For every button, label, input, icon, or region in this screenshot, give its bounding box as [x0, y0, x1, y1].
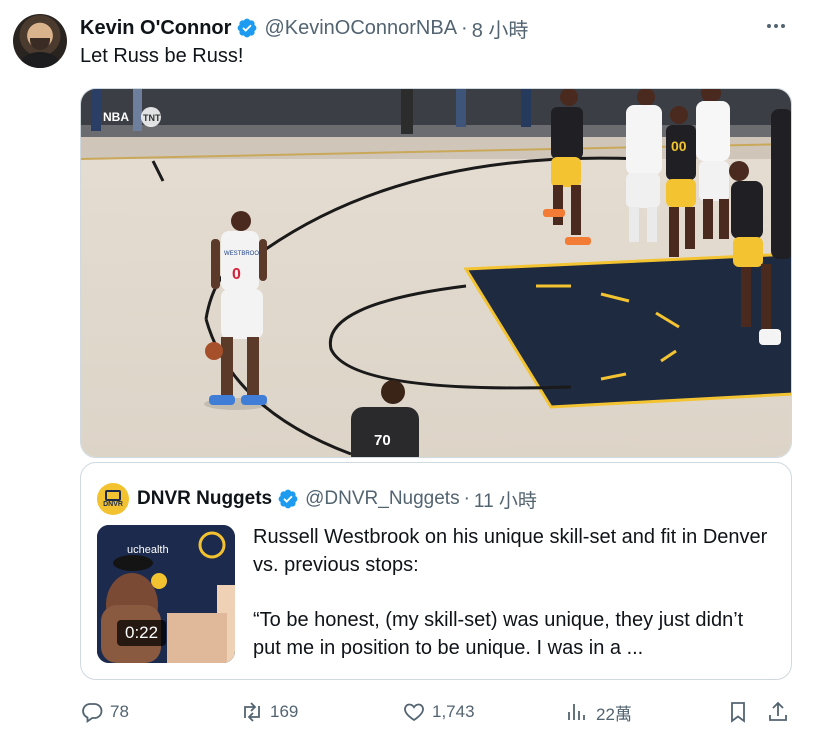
- opponent-number: 00: [671, 138, 687, 154]
- verified-badge-icon: [238, 18, 257, 38]
- tweet-media-image[interactable]: NBA TNT 0 WESTBROOK 00 70: [80, 88, 792, 458]
- share-button[interactable]: [766, 697, 796, 727]
- quoted-author-avatar[interactable]: DNVR: [97, 483, 129, 515]
- quoted-avatar-text: DNVR: [103, 500, 123, 508]
- bookmark-button[interactable]: [726, 697, 756, 727]
- like-button[interactable]: 1,743: [402, 697, 475, 727]
- header-separator: ·: [461, 16, 468, 39]
- quoted-video-thumbnail[interactable]: uchealth 0:22: [97, 525, 235, 663]
- author-avatar[interactable]: [13, 14, 67, 68]
- watermark-tnt: TNT: [143, 113, 161, 123]
- tweet-text: Let Russ be Russ!: [80, 45, 244, 67]
- quoted-text-paragraph-2: “To be honest, (my skill-set) was unique…: [253, 609, 744, 659]
- jersey-number: 0: [232, 266, 241, 283]
- repost-count: 169: [270, 702, 299, 721]
- bookmark-icon: [731, 702, 745, 723]
- share-icon: [769, 701, 787, 721]
- reply-button[interactable]: 78: [80, 697, 129, 727]
- repost-icon: [244, 702, 260, 722]
- reply-icon: [82, 703, 103, 724]
- quoted-text-paragraph-1: Russell Westbrook on his unique skill-se…: [253, 526, 768, 576]
- views-count: 22萬: [596, 704, 632, 724]
- quoted-tweet-timestamp[interactable]: 11 小時: [474, 486, 537, 513]
- tweet-header: Kevin O'Connor @KevinOConnorNBA · 8 小時: [80, 14, 529, 43]
- quoted-header-separator: ·: [463, 488, 470, 509]
- author-handle[interactable]: @KevinOConnorNBA: [264, 17, 457, 40]
- tweet-timestamp[interactable]: 8 小時: [472, 14, 529, 43]
- more-icon[interactable]: [761, 14, 791, 38]
- heart-icon: [404, 703, 424, 722]
- thumb-banner-text: uchealth: [127, 544, 169, 556]
- quoted-tweet-card[interactable]: DNVR DNVR Nuggets @DNVR_Nuggets · 11 小時 …: [80, 462, 792, 680]
- quoted-tweet-header: DNVR DNVR Nuggets @DNVR_Nuggets · 11 小時: [97, 483, 537, 515]
- like-count: 1,743: [432, 702, 475, 721]
- analytics-icon: [568, 704, 585, 720]
- quoted-tweet-text: Russell Westbrook on his unique skill-se…: [253, 523, 773, 662]
- tweet-action-bar: 78 169 1,743 22萬: [80, 697, 796, 727]
- repost-button[interactable]: 169: [240, 697, 298, 727]
- verified-badge-icon: [278, 489, 298, 509]
- quoted-author-name[interactable]: DNVR Nuggets: [137, 488, 272, 510]
- reply-count: 78: [110, 702, 129, 721]
- quoted-author-handle[interactable]: @DNVR_Nuggets: [305, 488, 459, 510]
- views-button[interactable]: 22萬: [566, 697, 632, 727]
- author-name[interactable]: Kevin O'Connor: [80, 17, 231, 40]
- watermark-nba: NBA: [103, 110, 129, 124]
- jersey-name: WESTBROOK: [224, 251, 263, 257]
- video-duration-badge: 0:22: [117, 620, 167, 646]
- referee-number: 70: [374, 432, 391, 449]
